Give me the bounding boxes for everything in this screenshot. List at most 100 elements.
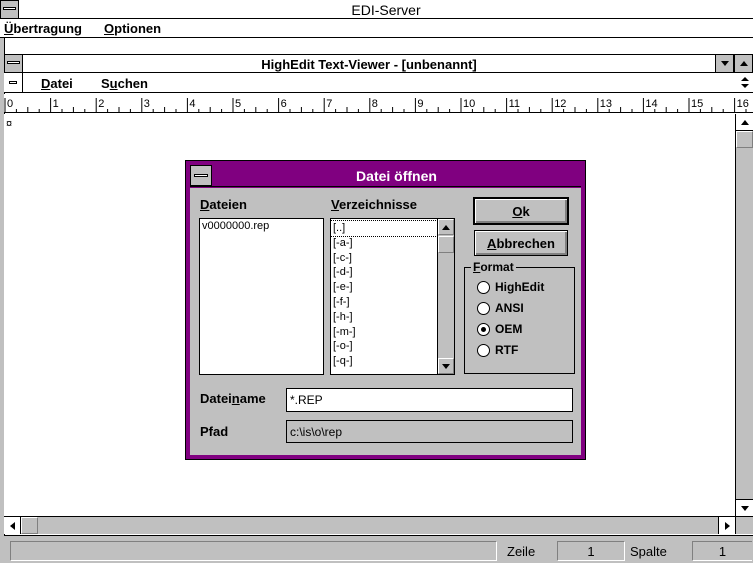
radio-button-icon [477,322,490,336]
dirs-scroll-up-button[interactable] [438,219,454,235]
label-text: erzeichnisse [338,197,418,212]
ruler-number: 2 [98,98,104,110]
dirs-listbox[interactable]: [..] [-a-] [-c-] [-d-] [-e-] [-f-] [-h-] [-m-][… [330,218,455,375]
column-value: 1 [718,544,727,559]
vertical-scrollbar[interactable] [735,114,753,516]
vertical-scroll-thumb[interactable] [736,131,753,148]
label-accel: V [331,197,339,212]
file-item[interactable]: v0000000.rep [200,219,323,233]
ruler-number: 8 [372,98,378,110]
format-option-label: RTF [495,343,519,357]
dialog-title: Datei öffnen [356,168,437,184]
radio-button-icon [477,301,490,315]
line-value: 1 [587,544,595,559]
format-option-label: HighEdit [495,280,545,294]
ruler-number: 6 [281,98,287,110]
menu-uebertragung[interactable]: Übertragung [4,21,82,36]
menu-label: chen [117,76,148,91]
child-menubar [4,38,753,54]
format-option-oem[interactable]: OEM [477,322,522,336]
line-value-panel: 1 [557,541,625,561]
menu-accel: D [41,76,51,91]
right-arrow-icon [724,521,730,530]
menu-accel: O [104,21,115,36]
ruler-number: 3 [144,98,150,110]
ok-button[interactable]: Ok [473,197,569,225]
column-label: Spalte [630,544,667,559]
filename-value: *.REP [290,393,323,407]
doc-system-menu-button[interactable] [4,73,23,92]
maximize-button[interactable] [734,54,753,73]
dir-item[interactable]: [-d-] [331,265,437,280]
label-accel: n [231,391,240,406]
ruler-ticks: 0 1 2 3 4 5 6 7 8 9 10 11 12 13 14 15 16 [4,98,749,112]
ruler-number: 7 [326,98,332,110]
dirs-scroll-down-button[interactable] [438,358,454,374]
dirs-scrollbar[interactable] [437,219,454,374]
path-label: Pfad [200,424,229,439]
menu-optionen[interactable]: Optionen [104,21,161,36]
status-message-panel [10,541,497,561]
cancel-button[interactable]: Abbrechen [474,230,568,256]
child-title-bar: HighEdit Text-Viewer - [unbenannt] [4,54,753,73]
ruler-number: 1 [53,98,59,110]
label-text: ame [239,391,266,406]
dir-item[interactable]: [..] [331,220,438,237]
open-file-dialog: Datei öffnen Dateien v0000000.rep Verzei… [185,160,586,460]
dialog-body: Dateien v0000000.rep Verzeichnisse [..][… [190,188,581,455]
label-text: Datei [200,391,232,406]
menu-suchen[interactable]: Suchen [101,76,148,91]
dialog-system-menu-icon [194,174,208,177]
horizontal-scroll-thumb[interactable] [21,517,38,534]
dir-item[interactable]: [-q-] [331,354,437,369]
horizontal-scrollbar[interactable] [4,516,753,534]
app-title: EDI-Server [351,2,421,18]
ruler-number: 12 [554,98,566,110]
radio-button-icon [477,280,490,294]
ruler-number: 13 [600,98,612,110]
dir-item[interactable]: [-a-] [331,236,437,251]
dir-item[interactable]: [-h-] [331,310,437,325]
system-menu-icon [3,7,16,10]
button-accel: A [487,235,497,251]
dir-item[interactable]: [-f-] [331,295,437,310]
label-text: ateien [209,197,247,212]
menu-datei[interactable]: Datei [41,76,73,91]
format-option-highedit[interactable]: HighEdit [477,280,544,294]
files-listbox[interactable]: v0000000.rep [199,218,324,375]
dir-item[interactable]: [-o-] [331,339,437,354]
filename-input[interactable]: *.REP [286,388,573,412]
ruler-number: 10 [463,98,475,110]
paragraph-mark: ¤ [6,118,13,130]
scrollbar-corner [735,517,753,534]
down-triangle-icon [720,61,729,66]
path-field: c:\is\o\rep [286,420,573,443]
main-title-bar: EDI-Server [0,0,753,19]
ruler-number: 15 [691,98,703,110]
dialog-system-menu-button[interactable] [190,165,212,186]
minimize-button[interactable] [715,54,734,73]
dir-item[interactable]: [-m-] [331,325,437,340]
format-option-ansi[interactable]: ANSI [477,301,524,315]
format-option-label: OEM [495,322,523,336]
dir-item[interactable]: [-c-] [331,251,437,266]
system-menu-button[interactable] [0,0,19,19]
dir-item[interactable]: [-e-] [331,280,437,295]
format-option-rtf[interactable]: RTF [477,343,518,357]
ruler: 0 1 2 3 4 5 6 7 8 9 10 11 12 13 14 15 16 [4,94,753,113]
child-system-menu-button[interactable] [4,54,23,73]
scroll-left-button[interactable] [4,517,21,534]
child-title: HighEdit Text-Viewer - [unbenannt] [261,57,477,72]
menu-label: ptionen [114,21,162,36]
line-label: Zeile [507,544,536,559]
scroll-up-button[interactable] [736,114,753,131]
path-value: c:\is\o\rep [290,425,343,439]
scroll-down-button[interactable] [736,499,753,516]
ruler-number: 4 [189,98,195,110]
dirs-scroll-thumb[interactable] [438,236,454,253]
main-menubar: Übertragung Optionen [0,19,753,38]
format-option-label: ANSI [495,301,524,315]
scroll-right-button[interactable] [718,517,735,534]
column-value-panel: 1 [692,541,752,561]
ruler-number: 5 [235,98,241,110]
